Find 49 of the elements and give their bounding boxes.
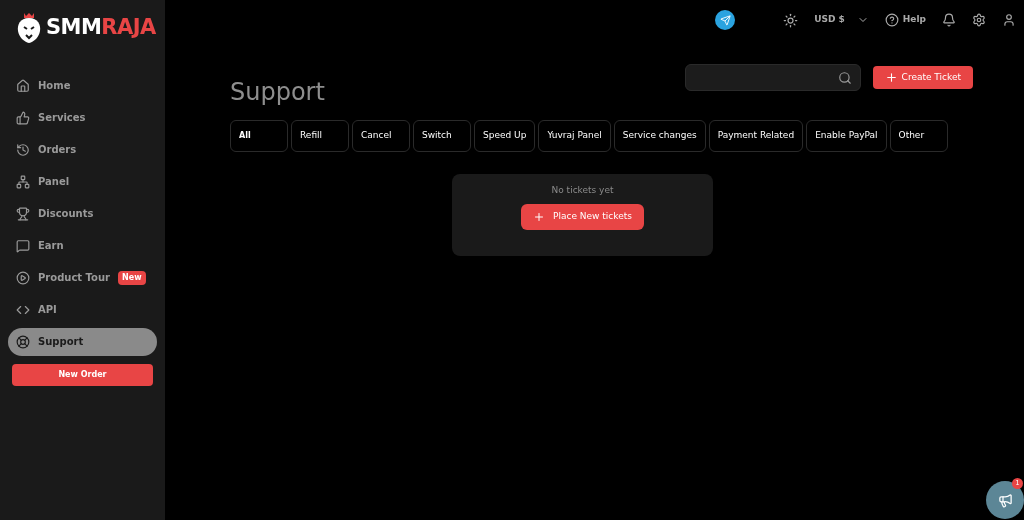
help-icon	[884, 13, 899, 27]
search-field[interactable]	[684, 64, 861, 91]
sidebar-item[interactable]: Services	[8, 103, 157, 132]
help-button[interactable]: Help	[884, 13, 926, 27]
sidebar-item[interactable]: Product Tour New	[8, 263, 157, 292]
filter-tab[interactable]: Cancel	[352, 120, 410, 152]
sidebar-item[interactable]: Panel	[8, 167, 157, 196]
sidebar-item[interactable]: Earn	[8, 231, 157, 260]
sidebar-item[interactable]: API	[8, 295, 157, 324]
filter-tab[interactable]: All	[230, 120, 288, 152]
sidebar-item[interactable]: Orders	[8, 135, 157, 164]
plus-icon	[533, 210, 546, 223]
empty-message: No tickets yet	[551, 184, 614, 197]
settings-icon[interactable]	[972, 13, 986, 27]
sidebar-item[interactable]: Discounts	[8, 199, 157, 228]
paper-plane-icon	[719, 14, 731, 26]
create-ticket-button[interactable]: Create Ticket	[872, 66, 973, 89]
currency-selector[interactable]: USD $	[814, 13, 869, 27]
filter-tab[interactable]: Other	[889, 120, 948, 152]
filter-tab[interactable]: Payment Related	[708, 120, 804, 152]
new-order-button[interactable]: New Order	[12, 363, 153, 386]
plus-icon	[884, 71, 898, 84]
announcements-button[interactable]	[986, 481, 1024, 519]
filter-tab[interactable]: Speed Up	[474, 120, 536, 152]
user-icon[interactable]	[1002, 13, 1016, 27]
home-icon	[16, 78, 30, 93]
lion-logo-icon	[16, 12, 42, 43]
filter-tab[interactable]: Switch	[413, 120, 471, 152]
search-icon	[837, 70, 852, 85]
lifebuoy-icon	[16, 334, 30, 349]
play-icon	[16, 270, 30, 285]
brand-name: SMMRAJA	[46, 14, 156, 41]
filter-tab[interactable]: Service changes	[613, 120, 706, 152]
bell-icon[interactable]	[942, 13, 956, 27]
page-title: Support	[230, 77, 325, 108]
theme-toggle-icon[interactable]	[783, 12, 799, 28]
filter-tab[interactable]: Yuvraj Panel	[538, 120, 611, 152]
trophy-icon	[16, 206, 30, 221]
sidebar-item[interactable]: Support	[8, 327, 157, 356]
sidebar-item[interactable]: Home	[8, 71, 157, 100]
place-ticket-button[interactable]: Place New tickets	[521, 203, 644, 230]
filter-tab[interactable]: Enable PayPal	[806, 120, 887, 152]
new-badge: New	[118, 270, 146, 285]
filter-tab[interactable]: Refill	[291, 120, 349, 152]
megaphone-icon	[997, 492, 1013, 508]
hierarchy-icon	[16, 174, 30, 189]
history-icon	[16, 142, 30, 157]
telegram-button[interactable]	[715, 10, 736, 30]
thumbs-up-icon	[16, 110, 30, 125]
